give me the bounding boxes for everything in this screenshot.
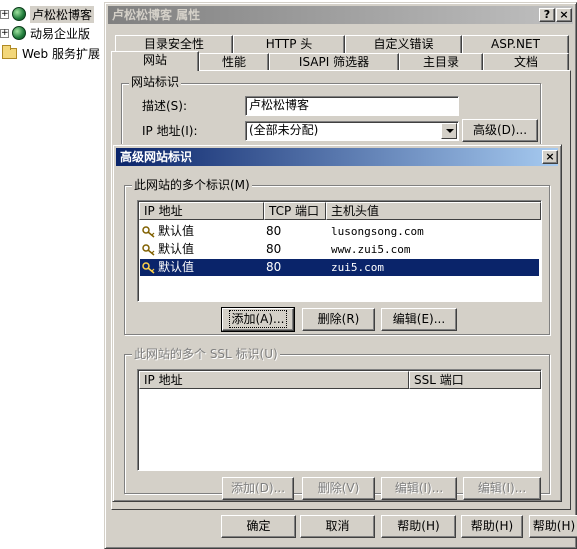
close-title-button[interactable]: × (556, 8, 572, 22)
ssl-edit-button-2[interactable]: 编辑(I)... (463, 477, 541, 500)
expand-plus-icon[interactable]: + (0, 9, 9, 19)
ssl-remove-button[interactable]: 删除(V) (302, 477, 375, 500)
properties-titlebar[interactable]: 卢松松博客 属性 (108, 6, 573, 24)
row-ip: 默认值 (158, 260, 195, 274)
row-ip: 默认值 (158, 242, 195, 256)
tab-home-directory[interactable]: 主目录 (399, 53, 483, 71)
site-identity-title: 网站标识 (129, 75, 182, 89)
tree-item-web-extensions[interactable]: Web 服务扩展 (0, 43, 100, 63)
tab-http-headers[interactable]: HTTP 头 (233, 35, 345, 53)
description-value: 卢松松博客 (249, 98, 310, 112)
key-icon (142, 244, 155, 256)
row-host: www.zui5.com (331, 243, 411, 256)
table-row[interactable]: 默认值 80 www.zui5.com (140, 241, 539, 258)
folder-icon (2, 44, 17, 59)
row-host: lusongsong.com (331, 225, 424, 238)
ssl-edit-button[interactable]: 编辑(I)... (381, 477, 457, 500)
column-header-tcp-port[interactable]: TCP 端口 (264, 202, 326, 220)
advanced-button[interactable]: 高级(D)... (462, 119, 538, 142)
tree-item-label[interactable]: 卢松松博客 (30, 5, 95, 23)
properties-title: 卢松松博客 属性 (112, 8, 201, 22)
row-port: 80 (266, 224, 282, 238)
column-header-host[interactable]: 主机头值 (326, 202, 541, 220)
identities-list[interactable]: IP 地址 TCP 端口 主机头值 默认值 80 lusongsong.com … (137, 200, 542, 302)
tree-item-dongyi[interactable]: + 动易企业版 (0, 23, 90, 43)
advanced-titlebar[interactable]: 高级网站标识 (116, 148, 558, 166)
tab-performance[interactable]: 性能 (199, 53, 269, 71)
column-header-ip[interactable]: IP 地址 (139, 202, 264, 220)
ssl-identities-list[interactable]: IP 地址 SSL 端口 (137, 369, 542, 471)
identities-group-title: 此网站的多个标识(M) (132, 178, 252, 192)
tree-panel: + 卢松松博客 + 动易企业版 Web 服务扩展 (0, 0, 110, 549)
properties-help-button[interactable]: 帮助(H) (381, 515, 456, 538)
description-label: 描述(S): (142, 99, 188, 113)
description-field[interactable]: 卢松松博客 (245, 96, 459, 116)
ip-address-dropdown[interactable]: (全部未分配) (245, 121, 459, 141)
table-row-selected[interactable]: 默认值 80 zui5.com (140, 259, 539, 276)
expand-plus-icon[interactable]: + (0, 28, 9, 38)
properties-ok-button[interactable]: 确定 (221, 515, 296, 538)
help-title-button[interactable]: ? (539, 8, 555, 22)
chevron-down-icon[interactable] (441, 123, 457, 139)
row-port: 80 (266, 242, 282, 256)
properties-cancel-button[interactable]: 取消 (300, 515, 375, 538)
add-identity-button[interactable]: 添加(A)... (221, 307, 295, 332)
tab-custom-errors[interactable]: 自定义错误 (345, 35, 462, 53)
website-globe-icon (12, 7, 26, 21)
ssl-column-header-port[interactable]: SSL 端口 (409, 371, 541, 389)
ip-address-label: IP 地址(I): (142, 124, 198, 138)
advanced-identity-dialog: 高级网站标识 × 此网站的多个标识(M) IP 地址 TCP 端口 主机头值 默… (112, 144, 562, 502)
remove-identity-button[interactable]: 删除(R) (302, 308, 375, 331)
tree-item-label[interactable]: Web 服务扩展 (22, 45, 100, 62)
close-icon[interactable]: × (542, 150, 558, 164)
site-identity-group (121, 83, 541, 153)
tab-aspnet[interactable]: ASP.NET (462, 35, 569, 53)
tab-documents[interactable]: 文档 (483, 53, 569, 71)
advanced-title: 高级网站标识 (120, 150, 193, 164)
key-icon (142, 226, 155, 238)
row-ip: 默认值 (158, 224, 195, 238)
properties-help-button-2[interactable]: 帮助(H) (461, 515, 523, 538)
ssl-identities-group-title: 此网站的多个 SSL 标识(U) (132, 347, 280, 361)
ssl-add-button[interactable]: 添加(D)... (222, 477, 294, 500)
tab-isapi-filters[interactable]: ISAPI 筛选器 (269, 53, 399, 71)
key-icon (142, 262, 155, 274)
properties-help-button-3[interactable]: 帮助(H) (529, 515, 577, 538)
row-host: zui5.com (331, 261, 384, 274)
ip-address-value: (全部未分配) (249, 123, 319, 137)
tree-item-label[interactable]: 动易企业版 (30, 25, 90, 42)
ssl-column-header-ip[interactable]: IP 地址 (139, 371, 409, 389)
row-port: 80 (266, 260, 282, 274)
table-row[interactable]: 默认值 80 lusongsong.com (140, 223, 539, 240)
website-globe-icon (12, 26, 26, 40)
tab-website[interactable]: 网站 (111, 51, 199, 71)
edit-identity-button[interactable]: 编辑(E)... (381, 308, 457, 331)
tree-item-lusongsong[interactable]: + 卢松松博客 (0, 4, 95, 24)
